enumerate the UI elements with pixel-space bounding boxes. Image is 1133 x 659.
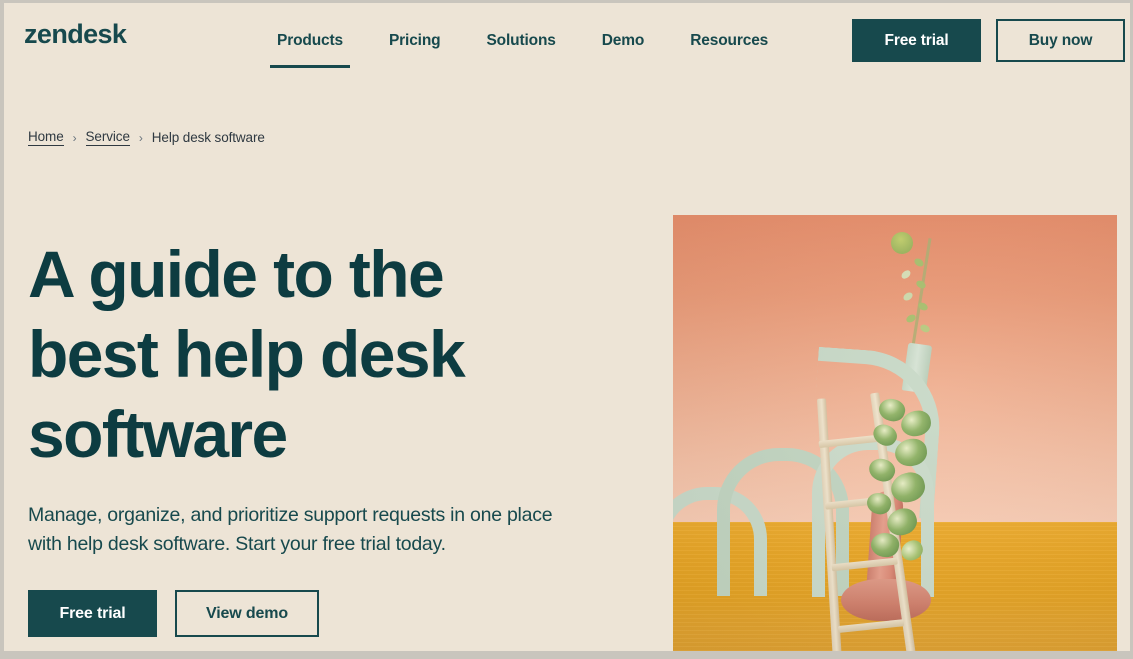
hero-cta-group: Free trial View demo <box>28 590 319 637</box>
nav-item-solutions[interactable]: Solutions <box>463 33 578 49</box>
hero-view-demo-button[interactable]: View demo <box>175 590 319 637</box>
leaf <box>901 290 915 303</box>
eucalyptus-cluster <box>888 229 916 257</box>
breadcrumb-item-current: Help desk software <box>151 130 265 145</box>
zendesk-logo[interactable]: zendesk <box>24 21 127 48</box>
hero-subtitle: Manage, organize, and prioritize support… <box>28 504 553 555</box>
nav-item-pricing[interactable]: Pricing <box>366 33 464 49</box>
eucalyptus-stem <box>911 238 932 350</box>
site-header: zendesk Products Pricing Solutions Demo … <box>4 3 1130 79</box>
hero-free-trial-button[interactable]: Free trial <box>28 590 157 637</box>
leaf <box>918 323 932 334</box>
page-title: A guide to the best help desk software <box>28 237 466 471</box>
leaf <box>914 278 928 291</box>
nav-item-resources[interactable]: Resources <box>667 33 791 49</box>
breadcrumb-separator-icon: › <box>72 130 77 145</box>
page-root: zendesk Products Pricing Solutions Demo … <box>0 0 1133 659</box>
breadcrumb-item-service[interactable]: Service <box>85 129 130 146</box>
ladder-rung <box>837 619 905 634</box>
main-navigation: Products Pricing Solutions Demo Resource… <box>254 3 791 79</box>
nav-item-demo[interactable]: Demo <box>579 33 667 49</box>
leaf <box>899 268 913 281</box>
header-buy-now-button[interactable]: Buy now <box>996 19 1125 62</box>
nav-item-products[interactable]: Products <box>254 33 366 67</box>
ladder-rung <box>831 557 898 572</box>
header-free-trial-button[interactable]: Free trial <box>852 19 981 62</box>
hero-image <box>673 215 1117 651</box>
breadcrumb-separator-icon: › <box>138 130 143 145</box>
breadcrumb: Home › Service › Help desk software <box>28 129 265 146</box>
breadcrumb-item-home[interactable]: Home <box>28 129 64 146</box>
